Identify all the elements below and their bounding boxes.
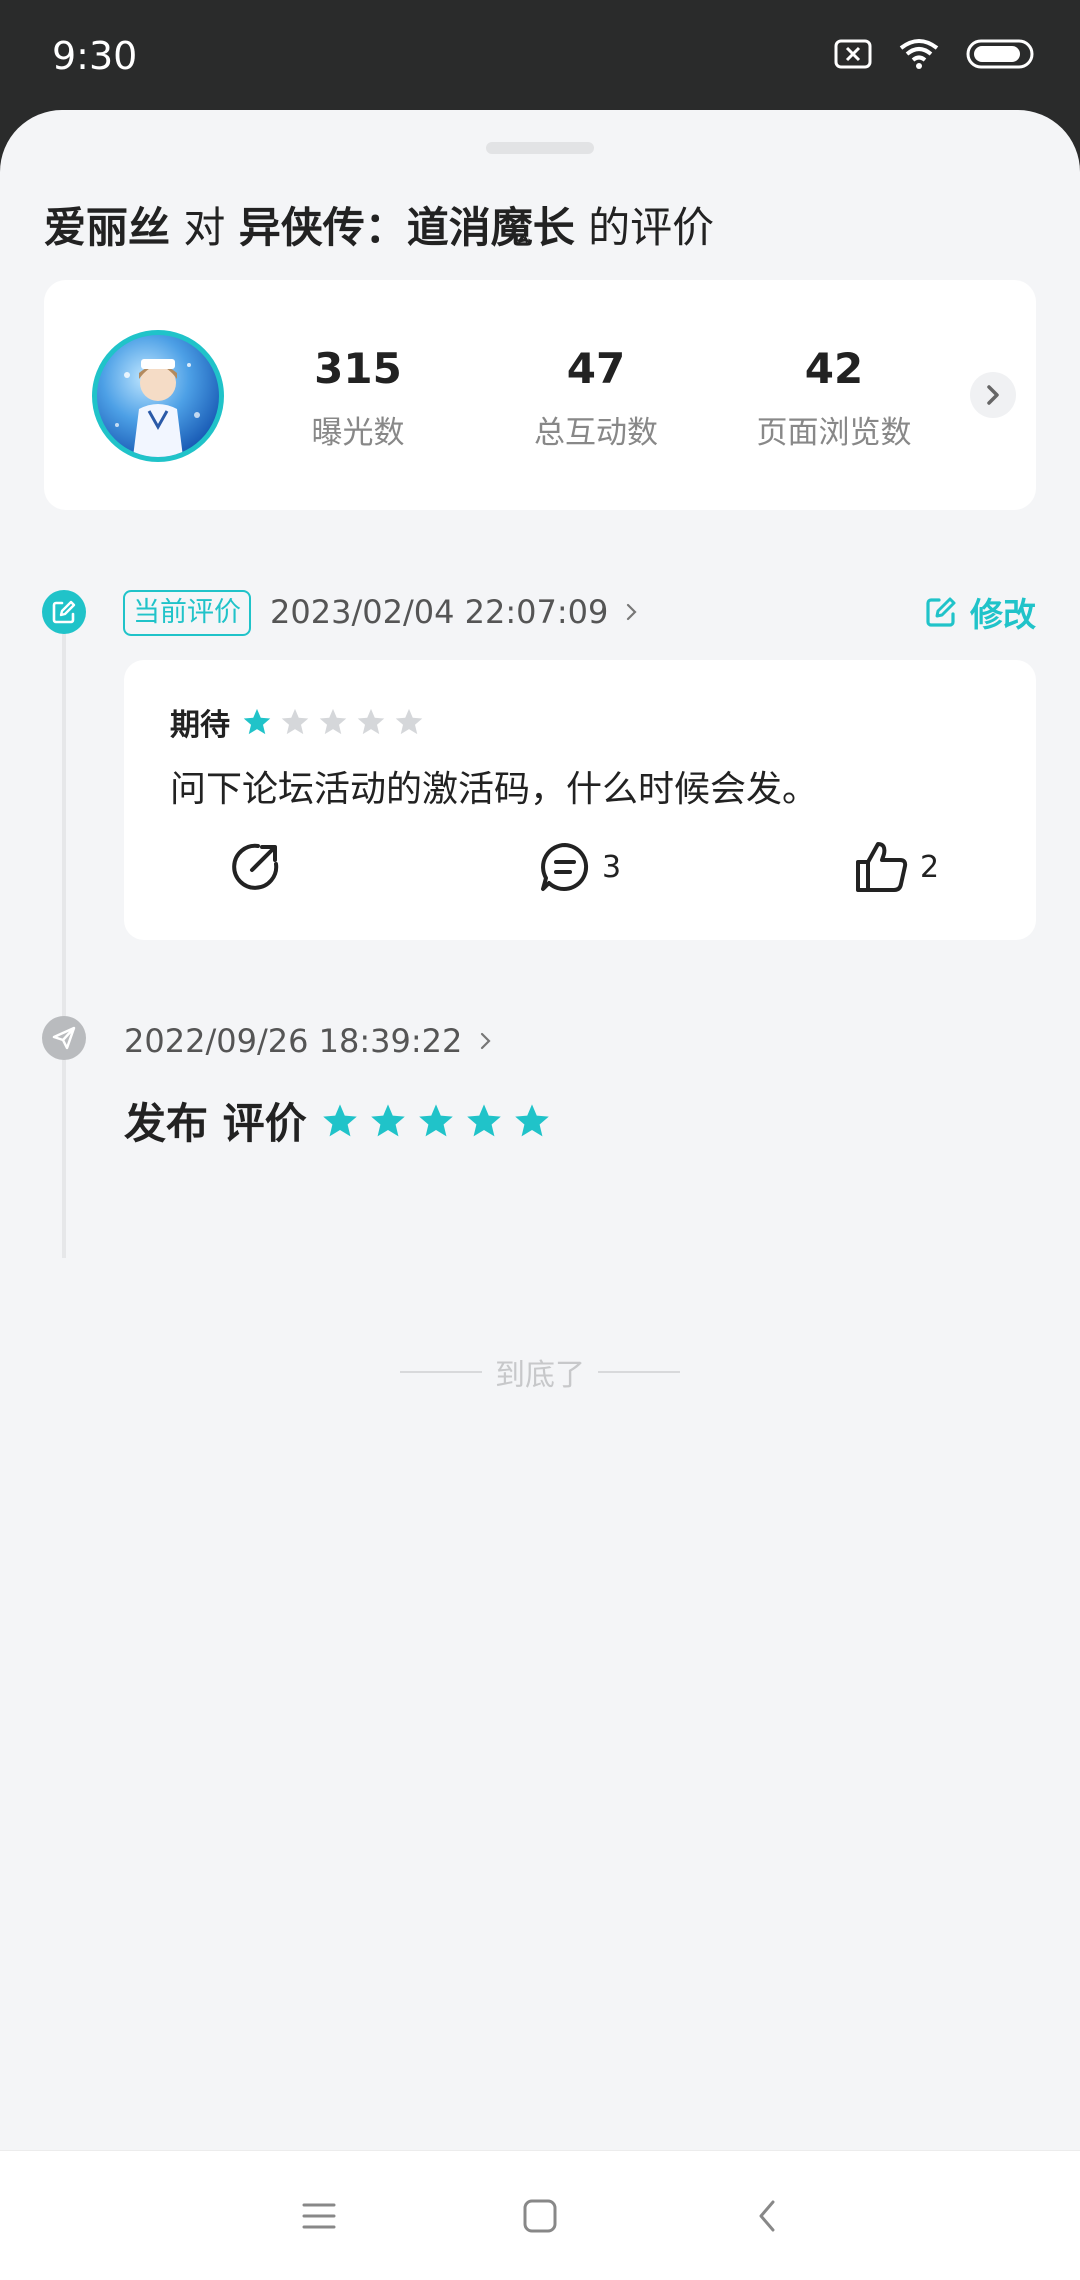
current-review-date[interactable]: 2023/02/04 22:07:09: [270, 593, 639, 631]
avatar-image: [115, 359, 200, 457]
divider: [400, 1371, 482, 1373]
comment-button[interactable]: 3: [538, 840, 621, 894]
review-text: 问下论坛活动的激活码，什么时候会发。: [170, 769, 819, 810]
timeline-dot-current: [42, 590, 86, 634]
home-button[interactable]: [515, 2191, 565, 2241]
star-rating: [321, 1102, 551, 1140]
stat-value: 42: [804, 344, 864, 393]
thumbs-up-icon: [856, 842, 908, 892]
review-card[interactable]: 期待 问下论坛活动的激活码，什么时候会发。 3 2: [124, 660, 1036, 940]
edit-label: 修改: [970, 595, 1036, 634]
title-game[interactable]: 异侠传：道消魔长: [239, 203, 575, 252]
stat-exposure: 315 曝光数: [258, 344, 458, 452]
status-icons: [834, 38, 1036, 70]
back-button[interactable]: [742, 2191, 792, 2241]
previous-review-summary: 发布 评价: [124, 1090, 551, 1151]
stats-card[interactable]: 315 曝光数 47 总互动数 42 页面浏览数: [44, 280, 1036, 510]
like-button[interactable]: 2: [854, 840, 939, 894]
star-rating: [242, 707, 424, 737]
comment-count: 3: [602, 849, 622, 885]
stat-value: 315: [314, 344, 402, 393]
stat-label: 曝光数: [311, 415, 405, 451]
star-filled-icon: [514, 1103, 549, 1136]
menu-icon: [302, 2203, 336, 2229]
divider: [598, 1371, 680, 1373]
edit-review-button[interactable]: 修改: [924, 588, 1036, 636]
status-time: 9:30: [52, 34, 138, 78]
end-of-list: 到底了: [400, 1350, 680, 1394]
stat-label: 总互动数: [534, 415, 658, 451]
previous-review-date[interactable]: 2022/09/26 18:39:22: [124, 1022, 493, 1060]
review-sheet: 爱丽丝 对 异侠传：道消魔长 的评价 315 曝光数 47 总互动数 42 页面…: [0, 110, 1080, 2150]
stat-label: 页面浏览数: [756, 415, 912, 451]
publish-label: 发布 评价: [124, 1099, 307, 1148]
like-count: 2: [920, 849, 940, 885]
stat-interactions: 47 总互动数: [496, 344, 696, 452]
send-icon: [52, 1026, 76, 1050]
wifi-icon: [899, 39, 939, 69]
star-empty-icon: [319, 708, 347, 735]
star-filled-icon: [466, 1103, 501, 1136]
end-text: 到底了: [495, 1358, 585, 1393]
timeline-dot-previous: [42, 1016, 86, 1060]
stats-detail-button[interactable]: [970, 372, 1016, 418]
date-text: 2023/02/04 22:07:09: [270, 593, 609, 631]
star-empty-icon: [281, 708, 309, 735]
star-empty-icon: [357, 708, 385, 735]
title-connector: 对: [183, 203, 226, 252]
chevron-right-icon: [987, 385, 999, 405]
menu-button[interactable]: [294, 2191, 344, 2241]
page-title: 爱丽丝 对 异侠传：道消魔长 的评价: [44, 194, 714, 255]
comment-icon: [541, 843, 589, 891]
navigation-bar: [0, 2150, 1080, 2280]
sim-off-icon: [834, 39, 872, 69]
rating-row: 期待: [170, 700, 424, 744]
star-filled-icon: [418, 1103, 453, 1136]
chevron-right-icon: [626, 603, 637, 621]
timeline-line: [62, 630, 66, 1258]
star-filled-icon: [243, 708, 271, 735]
battery-icon: [966, 39, 1034, 69]
edit-icon: [926, 597, 956, 627]
rating-label: 期待: [170, 708, 230, 743]
star-filled-icon: [322, 1103, 357, 1136]
review-actions: 3 2: [124, 840, 1036, 900]
back-icon: [759, 2200, 775, 2232]
status-bar: 9:30: [0, 0, 1080, 120]
star-empty-icon: [395, 708, 423, 735]
edit-icon: [52, 600, 76, 624]
drag-handle[interactable]: [486, 142, 594, 154]
current-review-badge: 当前评价: [123, 590, 251, 636]
chevron-right-icon: [480, 1032, 491, 1050]
stat-page-views: 42 页面浏览数: [734, 344, 934, 452]
avatar[interactable]: [92, 330, 224, 462]
home-square-icon: [523, 2199, 557, 2233]
title-user[interactable]: 爱丽丝: [44, 203, 170, 252]
title-suffix: 的评价: [588, 203, 715, 252]
stat-value: 47: [566, 344, 626, 393]
star-filled-icon: [370, 1103, 405, 1136]
date-text: 2022/09/26 18:39:22: [124, 1022, 463, 1060]
share-button[interactable]: [228, 840, 282, 894]
share-icon: [232, 843, 279, 890]
